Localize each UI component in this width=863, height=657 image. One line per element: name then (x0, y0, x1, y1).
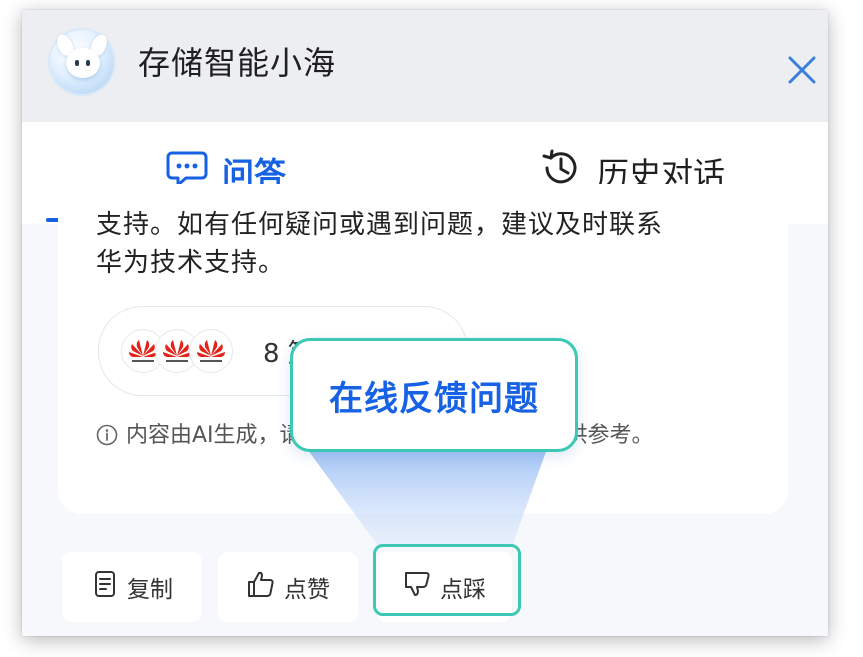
answer-text: 华为技术支持。 (96, 248, 286, 278)
answer-text-clipped: 支持。如有任何疑问或遇到问题，建议及时联系 (96, 210, 664, 240)
panel-header: 存储智能小海 (22, 10, 828, 122)
panel-title: 存储智能小海 (138, 44, 337, 82)
huawei-logo-icon (189, 329, 233, 373)
info-icon (96, 422, 118, 446)
copy-icon (91, 569, 127, 605)
dislike-button[interactable]: 点踩 (376, 552, 512, 622)
dislike-label: 点踩 (440, 577, 486, 603)
thumbs-down-icon (402, 569, 440, 605)
avatar-face (66, 48, 100, 78)
close-icon[interactable] (784, 52, 820, 88)
copy-label: 复制 (127, 577, 173, 603)
assistant-avatar (48, 28, 116, 96)
feedback-callout: 在线反馈问题 (290, 338, 578, 452)
like-button[interactable]: 点赞 (218, 552, 358, 622)
assistant-panel: 存储智能小海 问答 历史对话 支持。如有任何疑问或遇到问题，建议及时联系 华为技… (22, 10, 828, 636)
like-label: 点赞 (284, 577, 330, 603)
message-actions: 复制 点赞 点踩 (22, 552, 828, 632)
thumbs-up-icon (246, 569, 284, 605)
copy-button[interactable]: 复制 (62, 552, 202, 622)
